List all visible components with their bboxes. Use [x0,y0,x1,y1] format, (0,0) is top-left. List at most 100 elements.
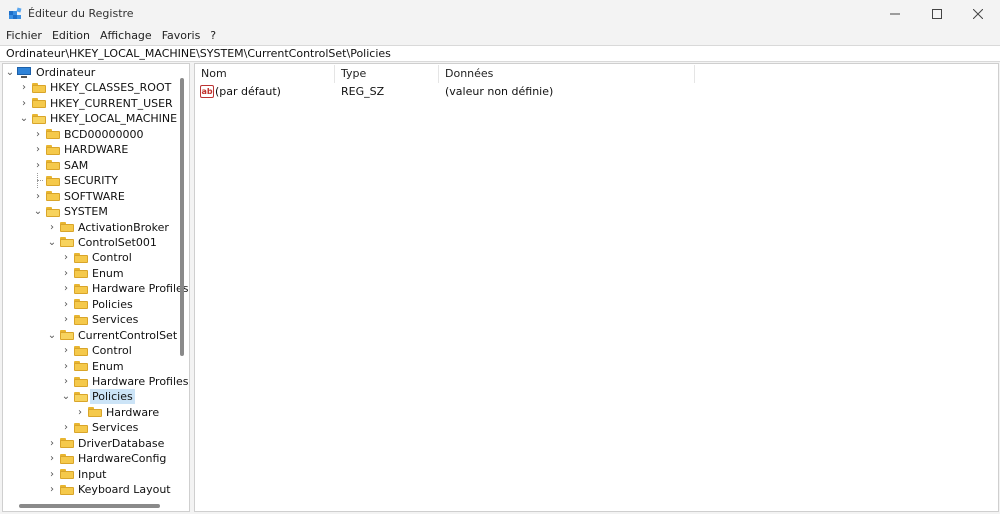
minimize-icon [890,13,900,15]
tree-node[interactable]: › SOFTWARE [33,189,127,204]
chevron-right-icon[interactable]: › [61,374,71,389]
tree-node[interactable]: › Hardware Profiles [61,374,189,389]
tree-node[interactable]: › HARDWARE [33,142,130,157]
tree-label: SYSTEM [64,205,108,219]
tree-node[interactable]: › Enum [61,359,126,374]
folder-icon [60,330,74,341]
tree-node[interactable]: › HKEY_CLASSES_ROOT [19,80,173,95]
folder-icon [46,144,60,155]
window-title: Éditeur du Registre [28,7,134,20]
tree-node[interactable]: › Input [47,467,108,482]
menu-affichage[interactable]: Affichage [95,28,157,44]
tree-node[interactable]: ⌄ Policies [61,389,135,405]
chevron-right-icon[interactable]: › [61,266,71,281]
maximize-button[interactable] [914,0,960,28]
chevron-right-icon[interactable]: › [61,359,71,374]
tree-vertical-scrollbar[interactable] [180,78,184,356]
tree-horizontal-scrollbar[interactable] [19,504,160,508]
tree-node[interactable]: › Policies [61,297,135,312]
tree-node[interactable]: › Hardware [75,405,161,420]
folder-icon [46,160,60,171]
chevron-down-icon[interactable]: ⌄ [19,111,29,126]
folder-icon [46,206,60,217]
tree-node[interactable]: ⌄ HKEY_LOCAL_MACHINE [19,111,179,126]
tree-node[interactable]: › Services [61,312,140,327]
column-header-type[interactable]: Type [335,65,439,83]
column-header-nom[interactable]: Nom [195,65,335,83]
chevron-down-icon[interactable]: ⌄ [33,204,43,219]
tree-node[interactable]: › Enum [61,266,126,281]
folder-icon [32,82,46,93]
tree-label: Hardware Profiles [92,375,189,388]
chevron-right-icon[interactable]: › [47,451,57,466]
close-button[interactable] [955,0,1000,28]
minimize-button[interactable] [872,0,918,28]
tree-node[interactable]: ⌄ SYSTEM [33,204,110,219]
tree-node[interactable]: ⌄ ControlSet001 [47,235,159,250]
chevron-right-icon[interactable]: › [19,80,29,95]
tree-node[interactable]: › Hardware Profiles [61,281,189,296]
folder-icon [74,391,88,402]
chevron-right-icon[interactable]: › [61,420,71,435]
tree-label: HardwareConfig [78,452,167,466]
chevron-right-icon[interactable]: › [61,343,71,358]
tree-node[interactable]: › DriverDatabase [47,436,166,451]
address-bar[interactable]: Ordinateur\HKEY_LOCAL_MACHINE\SYSTEM\Cur… [0,45,1000,62]
tree-node[interactable]: › BCD00000000 [33,127,146,142]
menu-favoris[interactable]: Favoris [157,28,206,44]
tree-node[interactable]: › HKEY_CURRENT_USER [19,96,175,111]
chevron-right-icon[interactable]: › [47,436,57,451]
value-name[interactable]: (par défaut) [215,84,281,100]
chevron-down-icon[interactable]: ⌄ [61,389,71,404]
tree-node[interactable]: › ActivationBroker [47,220,171,235]
value-type[interactable]: REG_SZ [341,84,384,100]
chevron-right-icon[interactable]: › [33,158,43,173]
folder-icon [32,113,46,124]
chevron-right-icon[interactable]: › [47,482,57,497]
menu-edition[interactable]: Edition [47,28,95,44]
maximize-icon [932,9,942,19]
tree-node[interactable]: ⌄ CurrentControlSet [47,328,179,343]
chevron-right-icon[interactable]: › [61,281,71,296]
chevron-right-icon[interactable]: › [47,220,57,235]
tree-label: BCD00000000 [64,127,144,141]
tree-node[interactable]: › Keyboard Layout [47,482,173,497]
tree-label: HARDWARE [64,143,129,157]
column-header-donnees[interactable]: Données [439,65,695,83]
tree-root-ordinateur[interactable]: ⌄ Ordinateur [5,65,97,80]
tree-node[interactable]: › Control [61,250,134,265]
chevron-right-icon[interactable]: › [33,127,43,142]
tree-label: Ordinateur [36,66,96,79]
address-path[interactable]: Ordinateur\HKEY_LOCAL_MACHINE\SYSTEM\Cur… [6,47,391,61]
tree-label: Enum [92,266,124,280]
chevron-right-icon[interactable]: › [61,250,71,265]
close-icon [973,9,983,19]
registry-editor-icon [9,7,22,19]
chevron-down-icon[interactable]: ⌄ [47,328,57,343]
folder-icon [46,129,60,140]
folder-icon [74,283,88,294]
chevron-right-icon[interactable]: › [61,312,71,327]
tree-node[interactable]: › Services [61,420,140,435]
values-list[interactable]: Nom Type Données ab (par défaut) REG_SZ … [194,63,999,512]
chevron-down-icon[interactable]: ⌄ [5,65,15,80]
value-data[interactable]: (valeur non définie) [445,84,553,100]
chevron-right-icon[interactable]: › [33,189,43,204]
chevron-right-icon[interactable]: › [47,467,57,482]
menu-help[interactable]: ? [205,28,221,44]
computer-icon [17,67,31,78]
tree-node[interactable]: SECURITY [33,173,120,189]
chevron-down-icon[interactable]: ⌄ [47,235,57,250]
chevron-right-icon[interactable]: › [75,405,85,420]
tree-node[interactable]: › Control [61,343,134,358]
folder-icon [32,98,46,109]
tree-node[interactable]: › HardwareConfig [47,451,168,466]
chevron-right-icon[interactable]: › [19,96,29,111]
registry-tree[interactable]: ⌄ Ordinateur › HKEY_CLASSES_ROOT › HKEY_CURRE… [2,63,190,512]
chevron-right-icon[interactable]: › [61,297,71,312]
chevron-right-icon[interactable]: › [33,142,43,157]
tree-node[interactable]: › SAM [33,158,90,173]
tree-label: Keyboard Layout [78,483,171,497]
menu-fichier[interactable]: Fichier [0,28,47,44]
tree-label: HKEY_LOCAL_MACHINE [50,112,178,126]
